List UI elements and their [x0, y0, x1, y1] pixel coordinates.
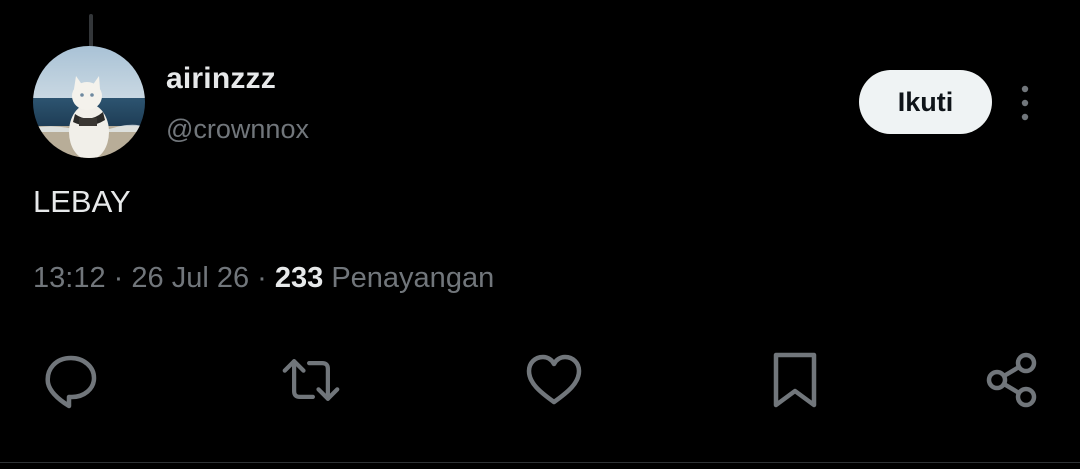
bottom-divider — [0, 462, 1080, 463]
avatar-image — [33, 46, 145, 158]
like-button[interactable] — [524, 350, 584, 410]
more-options-icon[interactable] — [1008, 84, 1042, 122]
author-handle[interactable]: @crownnox — [166, 114, 309, 145]
tweet-meta: 13:12 · 26 Jul 26 · 233 Penayangan — [33, 262, 494, 295]
share-icon — [986, 352, 1037, 408]
share-button[interactable] — [983, 350, 1043, 410]
bookmark-icon — [773, 352, 817, 408]
tweet-time[interactable]: 13:12 — [33, 262, 106, 294]
reply-icon — [45, 355, 97, 409]
meta-separator: · — [113, 262, 124, 294]
views-count[interactable]: 233 — [275, 262, 323, 294]
tweet-date[interactable]: 26 Jul 26 — [131, 262, 249, 294]
retweet-icon — [282, 359, 340, 401]
avatar[interactable] — [33, 46, 145, 158]
follow-button[interactable]: Ikuti — [859, 70, 992, 134]
reply-button[interactable] — [41, 350, 101, 410]
thread-connector-line — [89, 14, 93, 48]
meta-separator: · — [257, 262, 267, 294]
like-icon — [526, 354, 582, 405]
author-display-name[interactable]: airinzzz — [166, 62, 276, 96]
views-label[interactable]: Penayangan — [331, 262, 494, 294]
tweet-text: LEBAY — [33, 184, 131, 219]
retweet-button[interactable] — [281, 350, 341, 410]
bookmark-button[interactable] — [765, 350, 825, 410]
